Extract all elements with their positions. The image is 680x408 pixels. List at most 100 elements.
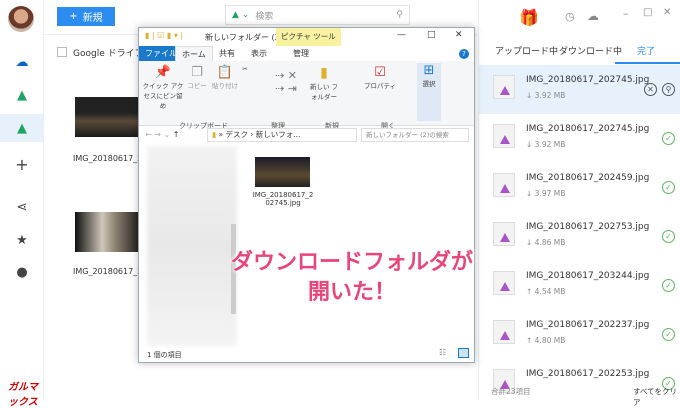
cloud-icon[interactable]: ☁ [587, 9, 599, 23]
check-icon: ✓ [662, 328, 675, 341]
folder-search-input[interactable]: 新しいフォルダー (2)の検索 [361, 128, 469, 142]
item-name: IMG_20180617_202745.jpg [526, 124, 650, 134]
file-thumbnail[interactable] [75, 212, 143, 252]
new-folder-label: 新しい フォルダー [309, 83, 339, 101]
file-thumbnail[interactable] [255, 157, 310, 187]
google-drive-icon[interactable]: ▲ [0, 83, 44, 107]
transfer-item[interactable]: IMG_20180617_202459.jpg ↓ 3.97 MB ✓ [479, 163, 680, 212]
paste-button[interactable]: 📋 貼り付け [211, 65, 239, 90]
search-input[interactable]: ▲ ⌄ 検索 ⚲ [225, 5, 410, 25]
check-icon: ✓ [662, 279, 675, 292]
item-name: IMG_20180617_202237.jpg [526, 320, 650, 330]
details-view-icon[interactable]: ☷ [439, 348, 446, 357]
select-all-checkbox[interactable] [57, 47, 67, 57]
cancel-icon[interactable]: ✕ [644, 83, 657, 96]
tab-indicator [615, 62, 680, 64]
pin-icon: 📌 [154, 65, 172, 80]
organize-icons[interactable]: ⇢ ✕ ⇢ ⇥ [261, 69, 311, 95]
drive-icon: ▲ ⌄ [232, 10, 250, 20]
pin-button[interactable]: 📌 クイック アクセスにピン留め [141, 65, 185, 110]
star-icon[interactable]: ★ [0, 228, 44, 252]
tab-manage[interactable]: 管理 [287, 46, 315, 61]
address-bar[interactable]: ▮ » デスク › 新しいフォ... [207, 128, 357, 142]
search-icon[interactable]: ⚲ [396, 10, 403, 20]
item-name: IMG_20180617_202459.jpg [526, 173, 650, 183]
tab-share[interactable]: 共有 [213, 46, 241, 61]
plus-icon: + [69, 11, 78, 22]
transfer-item[interactable]: IMG_20180617_202745.jpg ↓ 3.92 MB ✕ ⚲ [479, 65, 680, 114]
tab-home[interactable]: ホーム [175, 46, 213, 61]
transfer-panel: 🎁 ◷ ☁ – □ ✕ アップロード中 ダウンロード中 完了 IMG_20180… [478, 0, 680, 407]
close-icon[interactable]: ✕ [455, 30, 463, 40]
item-size: ↑ 4.54 MB [526, 287, 566, 296]
picture-tools-label: ピクチャ ツール [276, 28, 341, 46]
properties-icon: ☑ [374, 65, 386, 80]
large-icons-view-icon[interactable] [458, 348, 469, 358]
item-size: ↓ 3.92 MB [526, 140, 566, 149]
file-thumbnail[interactable] [75, 97, 143, 137]
item-size: ↓ 4.86 MB [526, 238, 566, 247]
transfer-item[interactable]: IMG_20180617_202753.jpg ↓ 4.86 MB ✓ [479, 212, 680, 261]
file-name[interactable]: IMG_20180617_2 02745.jpg [249, 191, 317, 207]
google-drive-active-icon[interactable]: ▲ [0, 114, 44, 142]
help-icon[interactable]: ? [459, 49, 469, 59]
transfer-item[interactable]: IMG_20180617_203244.jpg ↑ 4.54 MB ✓ [479, 261, 680, 310]
clear-all-link[interactable]: すべてをクリア [633, 386, 680, 408]
item-name: IMG_20180617_202753.jpg [526, 222, 650, 232]
item-name: IMG_20180617_202745.jpg [526, 75, 650, 85]
new-button[interactable]: + 新規 [57, 7, 115, 26]
file-name[interactable]: IMG_20180617_20 [73, 267, 147, 276]
total-count: 合計23項目 [491, 387, 531, 396]
paste-icon: 📋 [216, 65, 234, 80]
minimize-icon[interactable]: — [397, 30, 406, 40]
caption-line: 開いた！ [307, 280, 396, 305]
check-icon: ✓ [662, 132, 675, 145]
gift-icon[interactable]: 🎁 [519, 8, 539, 27]
navigation-pane[interactable] [147, 146, 237, 346]
tab-uploading[interactable]: アップロード中 [495, 44, 558, 57]
item-size: ↓ 3.97 MB [526, 189, 566, 198]
add-icon[interactable]: + [0, 152, 44, 176]
item-size: ↑ 4.80 MB [526, 336, 566, 345]
file-name[interactable]: IMG_20180617_20 [73, 154, 147, 163]
avatar[interactable] [8, 6, 34, 32]
image-file-icon [493, 75, 515, 99]
folder-icon: ▮ [320, 65, 328, 81]
item-name: IMG_20180617_203244.jpg [526, 271, 650, 281]
onedrive-icon[interactable]: ☁ [0, 50, 44, 74]
copy-icon: ❐ [191, 65, 203, 80]
status-bar: 1 個の項目 [147, 351, 182, 359]
minimize-icon[interactable]: – [623, 7, 629, 20]
new-label: 新規 [82, 13, 103, 24]
new-folder-button[interactable]: ▮ 新しい フォルダー [309, 65, 339, 101]
share-icon[interactable]: ⋖ [0, 195, 44, 219]
open-folder-search-icon[interactable]: ⚲ [662, 83, 675, 96]
explorer-window: ▮ | ☑ ▮ ▾ | 新しいフォルダー (2) ピクチャ ツール — □ ✕ … [138, 27, 475, 363]
item-name: IMG_20180617_202253.jpg [526, 369, 650, 379]
properties-button[interactable]: ☑ プロパティ [363, 65, 397, 90]
pin-label: クイック アクセスにピン留め [142, 82, 184, 110]
tab-downloading[interactable]: ダウンロード中 [559, 44, 622, 57]
nav-arrows[interactable]: ← → ⌄ ↑ [145, 130, 179, 139]
copy-label: コピー [187, 82, 207, 90]
tab-view[interactable]: 表示 [245, 46, 273, 61]
paste-label: 貼り付け [212, 82, 238, 90]
tab-completed[interactable]: 完了 [637, 44, 655, 57]
maximize-icon[interactable]: □ [427, 30, 436, 40]
transfer-item[interactable]: IMG_20180617_202745.jpg ↓ 3.92 MB ✓ [479, 114, 680, 163]
copy-button[interactable]: ❐ コピー [187, 65, 207, 90]
window-title: 新しいフォルダー (2) [205, 33, 283, 42]
cut-icon[interactable]: ✂ [239, 65, 251, 73]
transfer-item[interactable]: IMG_20180617_202237.jpg ↑ 4.80 MB ✓ [479, 310, 680, 359]
image-file-icon [493, 222, 515, 246]
address-segment[interactable]: 新しいフォ... [256, 130, 301, 139]
select-button[interactable]: ⊞ 選択 [417, 63, 441, 121]
ribbon: 📌 クイック アクセスにピン留め ❐ コピー 📋 貼り付け ✂ ⇢ ✕ ⇢ ⇥ ▮ 新しい… [139, 61, 474, 130]
item-size: ↓ 3.92 MB [526, 91, 566, 100]
quick-access-toolbar[interactable]: ▮ | ☑ ▮ ▾ | [145, 31, 183, 40]
close-icon[interactable]: ✕ [663, 7, 671, 18]
address-segment[interactable]: デスク [226, 130, 249, 139]
history-icon[interactable]: ◷ [565, 10, 575, 23]
maximize-icon[interactable]: □ [643, 7, 652, 18]
clock-icon[interactable]: ● [0, 260, 44, 284]
